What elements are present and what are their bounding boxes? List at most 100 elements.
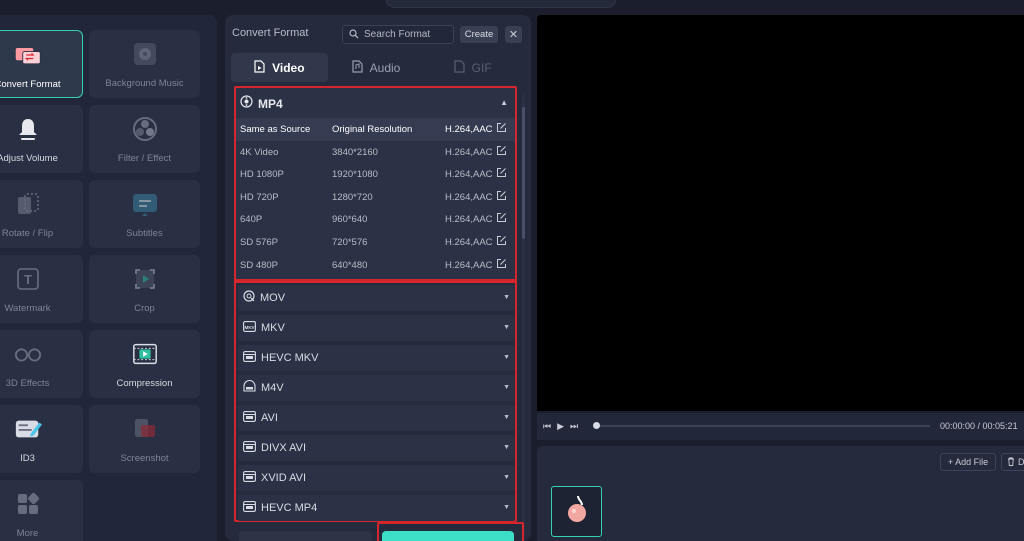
format-group-xvid-avi[interactable]: XVID AVI ▼	[238, 465, 515, 491]
preset-resolution: 1920*1080	[332, 169, 378, 181]
tool-adjust-volume[interactable]: Adjust Volume	[0, 105, 83, 173]
edit-icon[interactable]	[496, 235, 507, 246]
preset-codec: H.264,AAC	[445, 124, 493, 135]
compression-icon	[131, 340, 159, 368]
screenshot-icon	[131, 415, 159, 443]
tool-label: Subtitles	[126, 228, 163, 239]
format-group-m4v[interactable]: M4V ▼	[238, 375, 515, 401]
edit-icon[interactable]	[496, 167, 507, 178]
subtitles-icon	[131, 190, 159, 218]
edit-icon[interactable]	[496, 190, 507, 201]
preset-resolution: 720*576	[332, 236, 368, 248]
preset-row[interactable]: HD 1080P 1920*1080 H.264,AAC	[236, 163, 515, 186]
format-tabs: Video Audio GIF	[231, 53, 521, 82]
chevron-up-icon: ▲	[500, 98, 508, 107]
music-icon	[131, 40, 159, 68]
search-placeholder: Search Format	[364, 29, 431, 40]
chevron-down-icon: ▼	[503, 504, 510, 511]
secondary-action-button[interactable]	[239, 531, 372, 541]
tool-label: Filter / Effect	[117, 153, 172, 164]
format-group-mkv[interactable]: MKV MKV ▼	[238, 315, 515, 341]
file-thumbnail[interactable]	[551, 486, 602, 537]
format-group-hevc-mp4[interactable]: HEVC MP4 ▼	[238, 495, 515, 521]
format-group-name: XVID AVI	[261, 472, 307, 484]
tool-rotate-flip[interactable]: Rotate / Flip	[0, 180, 83, 248]
avi-format-icon	[243, 409, 256, 427]
tab-label: GIF	[471, 60, 492, 75]
convert-format-icon	[14, 41, 42, 69]
m4v-format-icon	[243, 379, 256, 397]
seek-handle[interactable]	[593, 422, 600, 429]
tab-gif[interactable]: GIF	[424, 53, 521, 82]
preset-row[interactable]: SD 576P 720*576 H.264,AAC	[236, 231, 515, 254]
mp4-format-icon	[240, 95, 253, 113]
previous-icon[interactable]: ⏮	[543, 421, 551, 432]
preset-row[interactable]: HD 720P 1280*720 H.264,AAC	[236, 186, 515, 209]
format-group-name: DIVX AVI	[261, 442, 307, 454]
top-pill[interactable]	[386, 0, 616, 8]
preset-name: SD 576P	[240, 236, 279, 248]
preset-row[interactable]: 4K Video 3840*2160 H.264,AAC	[236, 141, 515, 164]
tool-compression[interactable]: Compression	[89, 330, 200, 398]
tool-id3[interactable]: ID3	[0, 405, 83, 473]
play-icon[interactable]: ▶	[557, 421, 564, 432]
preset-codec: H.264,AAC	[445, 259, 493, 271]
edit-icon[interactable]	[496, 122, 507, 133]
edit-icon[interactable]	[496, 145, 507, 156]
next-icon[interactable]: ⏭	[570, 421, 578, 432]
preset-name: HD 720P	[240, 191, 279, 203]
edit-icon[interactable]	[496, 212, 507, 223]
search-icon	[349, 26, 359, 44]
add-file-button[interactable]: + Add File	[940, 453, 996, 471]
tool-watermark[interactable]: T Watermark	[0, 255, 83, 323]
close-button[interactable]: ✕	[505, 26, 522, 43]
preset-name: Same as Source	[240, 124, 311, 135]
preset-codec: H.264,AAC	[445, 146, 493, 158]
preset-row[interactable]: 640P 960*640 H.264,AAC	[236, 208, 515, 231]
tool-label: Rotate / Flip	[1, 228, 54, 239]
top-strip	[0, 0, 1024, 14]
format-group-avi[interactable]: AVI ▼	[238, 405, 515, 431]
preset-resolution: 3840*2160	[332, 146, 378, 158]
crop-icon	[131, 265, 159, 293]
filter-icon	[131, 115, 159, 143]
format-group-hevc-mkv[interactable]: HEVC MKV ▼	[238, 345, 515, 371]
mkv-format-icon: MKV	[243, 319, 256, 337]
preset-row[interactable]: Same as Source Original Resolution H.264…	[236, 118, 515, 141]
edit-icon[interactable]	[496, 258, 507, 269]
format-group-header[interactable]: MP4 ▲	[240, 93, 514, 115]
format-group-name: M4V	[261, 382, 284, 394]
scrollbar-thumb[interactable]	[522, 107, 525, 239]
preset-row[interactable]: SD 480P 640*480 H.264,AAC	[236, 254, 515, 277]
tab-audio[interactable]: Audio	[328, 53, 425, 82]
id3-icon	[14, 415, 42, 443]
tool-screenshot[interactable]: Screenshot	[89, 405, 200, 473]
delete-button[interactable]: D	[1001, 453, 1024, 471]
mov-format-icon	[243, 289, 255, 307]
format-group-mov[interactable]: MOV ▼	[238, 285, 515, 311]
chevron-down-icon: ▼	[503, 414, 510, 421]
format-group-divx-avi[interactable]: DIVX AVI ▼	[238, 435, 515, 461]
search-format-input[interactable]: Search Format	[342, 25, 454, 44]
tool-3d-effects[interactable]: 3D Effects	[0, 330, 83, 398]
tool-convert-format[interactable]: Convert Format	[0, 30, 83, 98]
tool-crop[interactable]: Crop	[89, 255, 200, 323]
tool-subtitles[interactable]: Subtitles	[89, 180, 200, 248]
create-button[interactable]: Create	[460, 26, 498, 43]
preset-resolution: 640*480	[332, 259, 368, 271]
chevron-down-icon: ▼	[503, 324, 510, 331]
convert-format-panel: Convert Format Search Format Create ✕ Vi…	[225, 15, 531, 541]
tool-label: Adjust Volume	[0, 153, 58, 164]
panel-title: Convert Format	[232, 27, 309, 39]
primary-action-button[interactable]	[382, 531, 514, 541]
preset-codec: H.264,AAC	[445, 214, 493, 226]
seek-bar[interactable]	[596, 425, 930, 427]
video-preview[interactable]	[537, 15, 1024, 411]
tab-video[interactable]: Video	[231, 53, 328, 82]
volume-icon	[14, 115, 42, 143]
preset-name: SD 480P	[240, 259, 279, 271]
tool-more[interactable]: More	[0, 480, 83, 541]
xvid-format-icon	[243, 469, 256, 487]
tool-filter-effect[interactable]: Filter / Effect	[89, 105, 200, 173]
tool-background-music[interactable]: Background Music	[89, 30, 200, 98]
